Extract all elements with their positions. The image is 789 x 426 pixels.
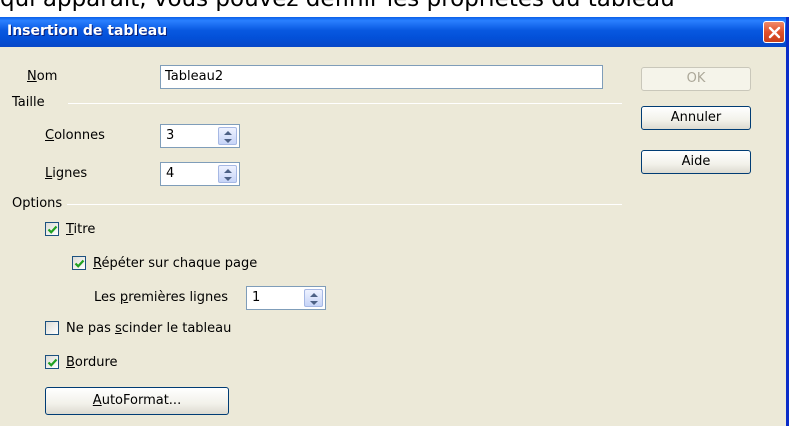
first-lines-spinner[interactable]: 1 [246, 286, 326, 310]
rows-spin-buttons[interactable] [218, 165, 237, 183]
spin-arrows-icon [310, 293, 318, 305]
first-lines-spin-buttons[interactable] [304, 289, 323, 307]
title-checkbox[interactable] [45, 222, 59, 236]
first-lines-label: Les premières lignes [94, 290, 228, 305]
no-split-checkbox[interactable] [45, 321, 59, 335]
border-option-label: Bordure [66, 355, 118, 370]
close-button[interactable] [763, 21, 785, 43]
columns-label: Colonnes [45, 128, 105, 143]
rows-value: 4 [166, 166, 175, 181]
no-split-label: Ne pas scinder le tableau [66, 321, 232, 336]
name-label: Nom [27, 69, 58, 84]
repeat-heading-checkbox[interactable] [72, 256, 86, 270]
columns-value: 3 [166, 128, 175, 143]
cancel-button[interactable]: Annuler [641, 106, 751, 130]
size-separator [68, 103, 622, 104]
autoformat-button[interactable]: AutoFormat... [45, 387, 229, 415]
help-button[interactable]: Aide [641, 150, 751, 174]
rows-label: Lignes [45, 166, 88, 181]
title-bar[interactable]: Insertion de tableau [0, 17, 786, 47]
options-separator [67, 204, 622, 205]
title-option-label: Titre [66, 222, 96, 237]
checkmark-icon [47, 225, 58, 234]
dialog-title: Insertion de tableau [7, 23, 168, 39]
spin-arrows-icon [224, 131, 232, 143]
columns-spinner[interactable]: 3 [160, 124, 240, 148]
background-document-text: qui apparaît, vous pouvez définir les pr… [0, 0, 789, 14]
name-field[interactable]: Tableau2 [160, 65, 603, 89]
close-icon [768, 26, 781, 39]
size-section-label: Taille [12, 95, 45, 110]
spin-arrows-icon [224, 169, 232, 181]
border-checkbox[interactable] [45, 355, 59, 369]
columns-spin-buttons[interactable] [218, 127, 237, 145]
checkmark-icon [74, 259, 85, 268]
ok-button[interactable]: OK [641, 67, 751, 91]
rows-spinner[interactable]: 4 [160, 162, 240, 186]
first-lines-value: 1 [252, 290, 261, 305]
checkmark-icon [47, 358, 58, 367]
repeat-heading-label: Répéter sur chaque page [93, 256, 258, 271]
options-section-label: Options [12, 196, 63, 211]
